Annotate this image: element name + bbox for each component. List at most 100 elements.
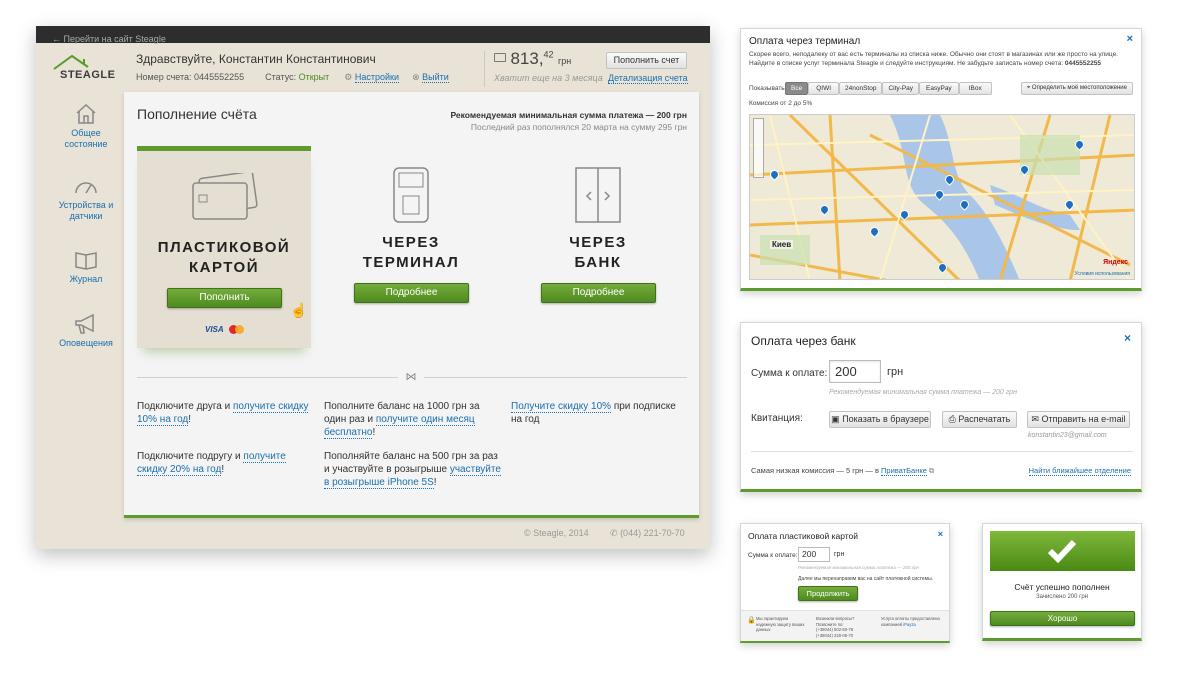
promo-girlfriend: Подключите подругу и получите скидку 20%… xyxy=(137,451,286,476)
promo-subscription-link[interactable]: Получите скидку 10% xyxy=(511,401,612,413)
card-footer: 🔒 Мы гарантируем надежную защиту ваших д… xyxy=(741,610,949,641)
bank-panel: Оплата через банк × Сумма к оплате: 200 … xyxy=(740,322,1142,492)
sidebar-item-label: Общее состояние xyxy=(64,128,108,149)
terminal-tabs: Все QIWI 24nonStop City-Pay EasyPay IBox xyxy=(785,82,992,95)
ok-button[interactable]: Хорошо xyxy=(990,611,1135,626)
card-panel-title: Оплата пластиковой картой xyxy=(748,531,859,541)
topup-account-button[interactable]: Пополнить счет xyxy=(606,52,687,69)
map-zoom-control[interactable] xyxy=(753,118,764,178)
map-brand: Яндекс xyxy=(1103,259,1128,266)
tab-24nonstop[interactable]: 24nonStop xyxy=(839,82,883,95)
balance-currency: грн xyxy=(558,56,572,66)
show-label: Показывать xyxy=(749,85,785,92)
terminal-icon xyxy=(393,167,429,223)
content-card: Пополнение счёта Рекомендуемая минимальн… xyxy=(124,92,699,518)
tab-easypay[interactable]: EasyPay xyxy=(919,82,959,95)
method-title-line2: БАНК xyxy=(574,254,622,271)
gauge-icon xyxy=(75,182,97,194)
receipt-label: Квитанция: xyxy=(751,413,803,424)
sidebar-item-journal[interactable]: Журнал xyxy=(46,249,126,284)
sidebar-item-devices[interactable]: Устройства и датчики xyxy=(46,177,126,222)
bank-details-button[interactable]: Подробнее xyxy=(541,283,656,303)
megaphone-icon xyxy=(75,313,94,334)
logout-link[interactable]: Выйти xyxy=(422,72,449,83)
terminal-details-button[interactable]: Подробнее xyxy=(354,283,469,303)
phone-icon: ✆ xyxy=(610,528,618,538)
cursor-hand-icon: ☝ xyxy=(290,302,308,318)
envelope-icon: ✉ xyxy=(1031,414,1039,424)
method-bank[interactable]: ЧЕРЕЗ БАНК Подробнее xyxy=(511,146,685,348)
card-redirect-note: Далее мы перенаправим вас на сайт платеж… xyxy=(798,576,934,582)
close-icon[interactable]: × xyxy=(1127,33,1133,45)
checkmark-icon xyxy=(1047,539,1077,564)
settings-link[interactable]: Настройки xyxy=(354,72,400,83)
promo-1000: Пополните баланс на 1000 грн за один раз… xyxy=(324,401,480,439)
find-nearest-branch-link[interactable]: Найти ближайшее отделение xyxy=(1028,466,1131,476)
card-topup-button[interactable]: Пополнить xyxy=(167,288,282,308)
method-title-line1: ЧЕРЕЗ xyxy=(382,234,440,251)
tab-qiwi[interactable]: QIWI xyxy=(808,82,840,95)
balance: 813,42 грн xyxy=(494,49,571,69)
candy-icon: ⋈ xyxy=(398,370,424,384)
send-email-button[interactable]: ✉ Отправить на e-mail xyxy=(1027,411,1130,428)
mastercard-logo xyxy=(229,325,245,334)
success-title: Счёт успешно пополнен xyxy=(1014,582,1110,592)
min-sum-note: Рекомендуемая минимальная сумма платежа … xyxy=(450,110,687,120)
sidebar-item-label: Журнал xyxy=(69,274,103,284)
last-topup-note: Последний раз пополнялся 20 марта на сум… xyxy=(470,122,687,132)
terminal-map[interactable]: Киев Яндекс Условия использования xyxy=(749,114,1135,280)
bank-sum-input[interactable]: 200 xyxy=(829,360,881,383)
sidebar-item-overview[interactable]: Общее состояние xyxy=(46,103,126,150)
privatbank-link[interactable]: ПриватБанке xyxy=(881,466,927,476)
locate-me-button[interactable]: ⌖ Определить моё местоположение xyxy=(1020,82,1133,95)
external-link-icon: ⧉ xyxy=(929,466,935,475)
door-icon xyxy=(575,167,621,223)
book-icon xyxy=(75,252,97,270)
balance-main: 813, xyxy=(510,49,544,68)
tab-citypay[interactable]: City-Pay xyxy=(882,82,920,95)
account-info: Номер счета: 0445552255 Статус: Открыт ⚙… xyxy=(136,72,449,83)
header-divider xyxy=(484,51,485,87)
close-icon[interactable]: × xyxy=(938,529,943,539)
security-note: Мы гарантируем надежную защиту ваших дан… xyxy=(756,616,805,632)
bank-sum-currency: грн xyxy=(887,366,904,378)
terminal-panel: Оплата через терминал × Скорее всего, не… xyxy=(740,28,1142,291)
promo-500: Пополняйте баланс на 500 грн за раз и уч… xyxy=(324,451,501,489)
commission-note: Комиссия от 2 до 5% xyxy=(749,100,813,107)
print-button[interactable]: ⎙ Распечатать xyxy=(942,411,1017,428)
details-link[interactable]: Детализация счета xyxy=(608,73,688,84)
logo[interactable]: STEAGLE xyxy=(52,53,122,83)
status-label: Статус: xyxy=(265,72,297,82)
logout-icon: ⊗ xyxy=(412,72,420,82)
lock-icon: 🔒 xyxy=(747,617,756,624)
logo-text: STEAGLE xyxy=(60,69,116,81)
method-card[interactable]: ПЛАСТИКОВОЙ КАРТОЙ Пополнить ☝ VISA xyxy=(137,146,311,348)
tab-ibox[interactable]: IBox xyxy=(958,82,992,95)
card-sum-input[interactable]: 200 xyxy=(798,547,830,562)
map-terms-link[interactable]: Условия использования xyxy=(1075,271,1131,277)
success-banner xyxy=(990,531,1135,571)
image-icon: ▣ xyxy=(831,414,840,424)
home-icon xyxy=(76,103,96,124)
method-title-line2: КАРТОЙ xyxy=(188,259,260,276)
show-in-browser-button[interactable]: ▣ Показать в браузере xyxy=(829,411,931,428)
method-terminal[interactable]: ЧЕРЕЗ ТЕРМИНАЛ Подробнее xyxy=(324,146,498,348)
continue-button[interactable]: Продолжить xyxy=(798,586,858,601)
footer-phone: ✆ (044) 221-70-70 xyxy=(610,528,685,538)
sidebar-item-label: Оповещения xyxy=(59,338,113,348)
method-title-line2: ТЕРМИНАЛ xyxy=(362,254,460,271)
tab-all[interactable]: Все xyxy=(785,82,809,95)
app-window: ← Перейти на сайт Steagle STEAGLE Здравс… xyxy=(36,26,710,549)
top-bar: ← Перейти на сайт Steagle xyxy=(36,26,710,44)
receipt-email: konstantin23@gmail.com xyxy=(1028,432,1107,439)
close-icon[interactable]: × xyxy=(1124,331,1131,345)
card-sum-label: Сумма к оплате: xyxy=(748,552,798,559)
sidebar-item-alerts[interactable]: Оповещения xyxy=(46,313,126,348)
terminal-account-number: 0445552255 xyxy=(1064,59,1101,67)
bank-commission: Самая низкая комиссия — 5 грн — в Приват… xyxy=(751,466,935,476)
provider-link[interactable]: iPayza xyxy=(903,622,916,627)
bank-divider xyxy=(751,451,1133,452)
provider-note: Услуга оплаты предоставлена компанией iP… xyxy=(881,616,940,627)
promo-friend: Подключите друга и получите скидку 10% н… xyxy=(137,401,309,426)
location-pin-icon: ⌖ xyxy=(1026,85,1031,91)
